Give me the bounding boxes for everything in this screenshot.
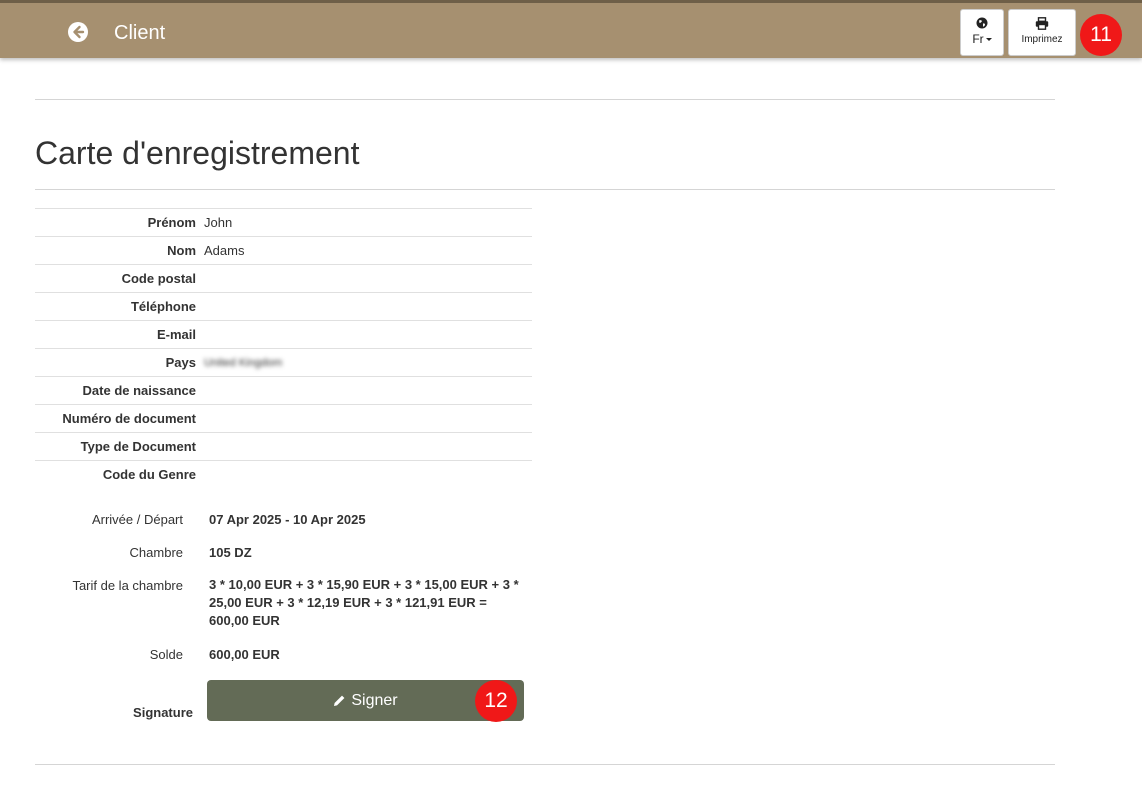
field-label-country: Pays (165, 355, 196, 370)
field-value-document-number (201, 405, 532, 433)
room-rate-value: 3 * 10,00 EUR + 3 * 15,90 EUR + 3 * 15,0… (209, 577, 519, 628)
stay-dates-label: Arrivée / Départ (91, 512, 183, 527)
field-value-country: United Kingdom (204, 356, 283, 369)
top-bar: Client Fr Imprimez 11 (0, 0, 1142, 58)
table-row: Numéro de document (35, 404, 532, 433)
field-value-birth-date (201, 377, 532, 405)
field-label-last-name: Nom (167, 243, 196, 258)
field-value-phone (201, 293, 532, 321)
print-label: Imprimez (1021, 34, 1063, 45)
field-value-last-name: Adams (204, 243, 245, 258)
field-value-email (201, 321, 532, 349)
field-label-postal-code: Code postal (121, 271, 196, 286)
table-row: Pays United Kingdom (35, 348, 532, 377)
field-label-email: E-mail (156, 327, 196, 342)
page-title: Carte d'enregistrement (35, 135, 360, 171)
table-row: Nom Adams (35, 236, 532, 265)
table-row: Code du Genre (35, 460, 532, 489)
room-label: Chambre (129, 545, 183, 560)
printer-icon (1035, 17, 1049, 30)
table-row: E-mail (35, 320, 532, 349)
field-label-document-type: Type de Document (80, 439, 196, 454)
step-badge-12: 12 (475, 680, 517, 722)
back-icon[interactable] (67, 21, 89, 43)
field-value-postal-code (201, 265, 532, 293)
field-value-gender-code (201, 461, 532, 489)
pencil-icon (334, 695, 345, 706)
room-rate-label: Tarif de la chambre (72, 578, 183, 593)
language-dropdown[interactable]: Fr (960, 9, 1004, 56)
stay-dates-value: 07 Apr 2025 - 10 Apr 2025 (209, 512, 366, 527)
table-row: Code postal (35, 264, 532, 293)
field-label-birth-date: Date de naissance (82, 383, 196, 398)
balance-value: 600,00 EUR (209, 647, 280, 662)
table-row: Prénom John (35, 208, 532, 237)
balance-label: Solde (149, 647, 183, 662)
table-row: Téléphone (35, 292, 532, 321)
table-row: Date de naissance (35, 376, 532, 405)
field-label-gender-code: Code du Genre (102, 467, 196, 483)
step-badge-11: 11 (1080, 14, 1122, 56)
field-value-document-type (201, 433, 532, 461)
sign-button-label: Signer (351, 692, 398, 709)
print-button[interactable]: Imprimez (1008, 9, 1076, 56)
language-label: Fr (972, 32, 984, 46)
page-header-title: Client (114, 22, 166, 44)
field-label-phone: Téléphone (130, 299, 196, 314)
signature-label: Signature (133, 705, 193, 720)
field-label-first-name: Prénom (147, 215, 196, 230)
globe-icon (976, 17, 988, 29)
table-row: Type de Document (35, 432, 532, 461)
room-value: 105 DZ (209, 545, 252, 560)
divider (35, 99, 1055, 100)
divider (35, 189, 1055, 190)
guest-info-table: Prénom John Nom Adams Code postal Téléph… (35, 208, 532, 489)
field-value-first-name: John (204, 215, 233, 230)
divider (35, 764, 1055, 765)
caret-down-icon (985, 38, 992, 42)
field-label-document-number: Numéro de document (62, 411, 196, 426)
